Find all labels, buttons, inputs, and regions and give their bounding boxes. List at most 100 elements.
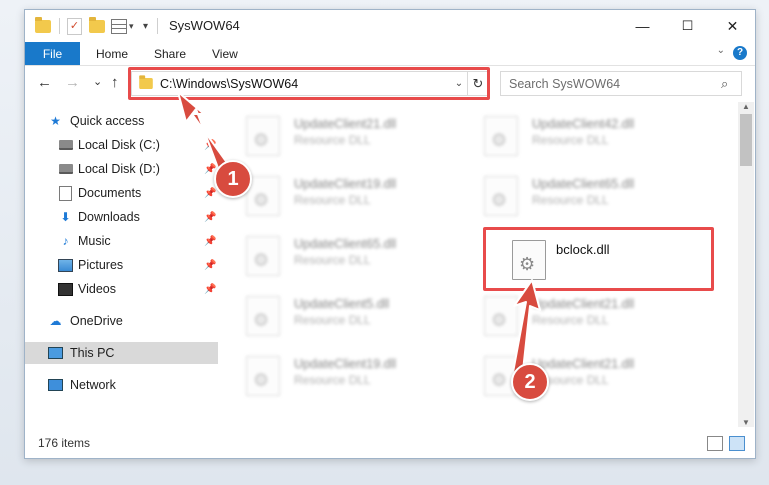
search-icon[interactable]: ⌕ bbox=[721, 76, 741, 92]
file-type: Resource DLL bbox=[532, 313, 609, 327]
sidebar-item-network[interactable]: Network bbox=[25, 374, 218, 396]
sidebar-item-local-disk-c[interactable]: Local Disk (C:) 📌 bbox=[25, 134, 218, 156]
computer-icon bbox=[48, 347, 63, 359]
toolbar-divider bbox=[59, 18, 60, 34]
pin-icon[interactable]: 📌 bbox=[204, 140, 216, 151]
view-switcher bbox=[707, 436, 745, 451]
sidebar-item-local-disk-d[interactable]: Local Disk (D:) 📌 bbox=[25, 158, 218, 180]
sidebar-item-label: Documents bbox=[78, 186, 142, 200]
title-bar: ✓ ▾ ▾ SysWOW64 — ☐ ✕ bbox=[25, 10, 755, 42]
step-2-badge: 2 bbox=[511, 363, 549, 401]
sidebar-item-label: Quick access bbox=[70, 114, 145, 128]
tab-file[interactable]: File bbox=[25, 42, 80, 65]
dll-file-icon: ⚙ bbox=[246, 356, 280, 396]
forward-button[interactable]: → bbox=[65, 74, 80, 91]
sidebar-item-music[interactable]: ♪ Music 📌 bbox=[25, 230, 218, 252]
dll-file-icon: ⚙ bbox=[246, 236, 280, 276]
sidebar-item-label: Videos bbox=[78, 282, 116, 296]
folder-icon[interactable] bbox=[35, 16, 51, 33]
maximize-button[interactable]: ☐ bbox=[665, 10, 710, 42]
sidebar-item-label: Pictures bbox=[78, 258, 124, 272]
pictures-icon bbox=[58, 258, 73, 272]
large-icons-view-icon[interactable] bbox=[729, 436, 745, 451]
sidebar-item-label: This PC bbox=[70, 346, 115, 360]
drive-icon bbox=[58, 164, 73, 174]
quick-access-toolbar bbox=[35, 16, 51, 35]
file-item[interactable]: ⚙ UpdateClient42.dll Resource DLL bbox=[484, 116, 684, 162]
star-icon: ★ bbox=[50, 114, 61, 128]
sidebar-item-videos[interactable]: Videos 📌 bbox=[25, 278, 218, 300]
sidebar-item-label: Local Disk (D:) bbox=[78, 162, 160, 176]
help-icon[interactable]: ? bbox=[733, 46, 747, 60]
window-title: SysWOW64 bbox=[169, 18, 240, 33]
file-type: Resource DLL bbox=[294, 313, 371, 327]
network-icon bbox=[48, 379, 63, 391]
file-name: UpdateClient5.dll bbox=[294, 297, 390, 311]
minimize-button[interactable]: — bbox=[620, 10, 665, 42]
sidebar-item-label: Local Disk (C:) bbox=[78, 138, 160, 152]
new-folder-icon[interactable] bbox=[89, 16, 105, 33]
sidebar-item-onedrive[interactable]: ☁ OneDrive bbox=[25, 310, 218, 332]
address-highlight-box bbox=[128, 67, 490, 100]
download-icon: ⬇ bbox=[60, 210, 71, 224]
sidebar-item-label: Network bbox=[70, 378, 116, 392]
search-box[interactable]: Search SysWOW64 ⌕ bbox=[500, 71, 742, 96]
search-input[interactable]: Search SysWOW64 bbox=[501, 77, 721, 91]
vertical-scrollbar[interactable]: ▲ ▼ bbox=[738, 102, 754, 427]
file-name: UpdateClient19.dll bbox=[294, 177, 397, 191]
file-type: Resource DLL bbox=[532, 133, 609, 147]
expand-ribbon-icon[interactable]: ⌄ bbox=[717, 45, 725, 56]
scroll-thumb[interactable] bbox=[740, 114, 752, 166]
tab-share[interactable]: Share bbox=[154, 42, 186, 65]
drive-icon bbox=[58, 140, 73, 150]
file-type: Resource DLL bbox=[294, 253, 371, 267]
music-icon: ♪ bbox=[62, 234, 69, 248]
file-item[interactable]: ⚙ UpdateClient65.dll Resource DLL bbox=[246, 236, 446, 282]
back-button[interactable]: ← bbox=[37, 74, 52, 91]
item-count: 176 items bbox=[38, 436, 91, 450]
details-view-icon[interactable] bbox=[707, 436, 723, 451]
file-name: UpdateClient65.dll bbox=[294, 237, 397, 251]
file-item[interactable]: ⚙ UpdateClient21.dll Resource DLL bbox=[246, 116, 446, 162]
videos-icon bbox=[58, 282, 73, 296]
dll-file-icon: ⚙ bbox=[484, 176, 518, 216]
step-1-badge: 1 bbox=[214, 160, 252, 198]
sidebar-item-pictures[interactable]: Pictures 📌 bbox=[25, 254, 218, 276]
file-name: UpdateClient19.dll bbox=[294, 357, 397, 371]
sidebar-item-documents[interactable]: Documents 📌 bbox=[25, 182, 218, 204]
properties-check-icon[interactable]: ✓ bbox=[67, 17, 82, 35]
file-item[interactable]: ⚙ UpdateClient21.dll Resource DLL bbox=[484, 296, 684, 342]
sidebar-item-this-pc[interactable]: This PC bbox=[25, 342, 218, 364]
sidebar-item-downloads[interactable]: ⬇ Downloads 📌 bbox=[25, 206, 218, 228]
scroll-down-icon[interactable]: ▼ bbox=[738, 418, 754, 427]
file-type: Resource DLL bbox=[294, 373, 371, 387]
pin-icon[interactable]: 📌 bbox=[204, 188, 216, 199]
scroll-up-icon[interactable]: ▲ bbox=[738, 102, 754, 111]
qa-overflow-icon[interactable]: ▾ bbox=[143, 17, 148, 35]
file-item[interactable]: ⚙ UpdateClient65.dll Resource DLL bbox=[484, 176, 684, 222]
cloud-icon: ☁ bbox=[49, 314, 62, 328]
file-item[interactable]: ⚙ UpdateClient5.dll Resource DLL bbox=[246, 296, 446, 342]
sidebar-item-label: OneDrive bbox=[70, 314, 123, 328]
rename-icon[interactable] bbox=[111, 18, 127, 34]
tab-view[interactable]: View bbox=[212, 42, 238, 65]
customize-qa-dropdown-icon[interactable]: ▾ bbox=[129, 17, 134, 35]
close-button[interactable]: ✕ bbox=[710, 10, 755, 42]
pin-icon[interactable]: 📌 bbox=[204, 284, 216, 295]
ribbon-tabs: File Home Share View ⌄ ? bbox=[25, 42, 755, 66]
dll-file-icon: ⚙ bbox=[484, 116, 518, 156]
pin-icon[interactable]: 📌 bbox=[204, 212, 216, 223]
file-name: UpdateClient21.dll bbox=[532, 357, 635, 371]
dll-file-icon: ⚙ bbox=[484, 296, 518, 336]
file-item[interactable]: ⚙ UpdateClient19.dll Resource DLL bbox=[246, 356, 446, 402]
pin-icon[interactable]: 📌 bbox=[204, 260, 216, 271]
sidebar-item-quick-access[interactable]: ★ Quick access bbox=[25, 110, 218, 132]
recent-locations-button[interactable]: ⌄ bbox=[93, 75, 102, 88]
file-name: UpdateClient21.dll bbox=[294, 117, 397, 131]
file-item[interactable]: ⚙ UpdateClient19.dll Resource DLL bbox=[246, 176, 446, 222]
sidebar-item-label: Downloads bbox=[78, 210, 140, 224]
file-highlight-box bbox=[483, 227, 714, 291]
tab-home[interactable]: Home bbox=[96, 42, 128, 65]
up-button[interactable]: ↑ bbox=[111, 74, 119, 91]
pin-icon[interactable]: 📌 bbox=[204, 236, 216, 247]
